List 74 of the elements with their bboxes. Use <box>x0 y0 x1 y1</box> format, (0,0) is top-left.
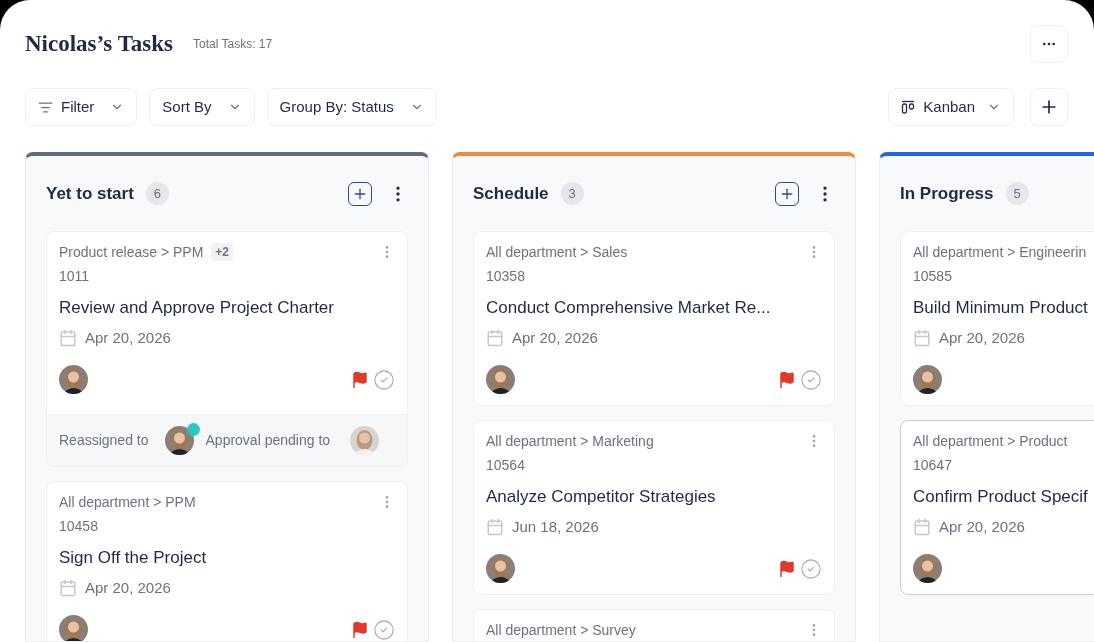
avatar <box>913 365 942 394</box>
breadcrumb: All department > Product <box>913 432 1068 450</box>
reassigned-label: Reassigned to <box>59 431 149 450</box>
task-title[interactable]: Review and Approve Project Charter <box>59 295 395 321</box>
page-title: Nicolas’s Tasks <box>25 30 174 59</box>
flag-icon[interactable] <box>778 559 796 578</box>
avatar <box>59 615 88 641</box>
breadcrumb: All department > Engineerin <box>913 243 1087 261</box>
toolbar-dropdown[interactable]: Group By: Status <box>266 88 437 126</box>
task-card[interactable]: All department > Engineerin 10585 Build Minimum Product Apr 20, 2026 <box>900 231 1094 406</box>
task-title[interactable]: Analyze Competitor Strategies <box>486 484 822 510</box>
task-card[interactable]: All department > Sales 10358 Conduct Comprehensive Market Re... Apr 20, 2026 <box>473 231 835 406</box>
task-card[interactable]: All department > Survey <box>473 609 835 641</box>
complete-icon[interactable] <box>800 368 822 391</box>
avatar <box>59 365 88 394</box>
calendar-icon <box>486 517 504 536</box>
avatar <box>486 554 515 583</box>
task-title[interactable]: Build Minimum Product <box>913 295 1094 321</box>
task-id: 10564 <box>486 456 526 475</box>
calendar-icon <box>486 328 504 347</box>
due-date: Apr 20, 2026 <box>939 327 1025 348</box>
task-title[interactable]: Confirm Product Specif <box>913 484 1094 510</box>
task-card[interactable]: All department > Marketing 10564 Analyze Competitor Strategies Jun 18, 2026 <box>473 420 835 595</box>
calendar-icon <box>913 328 931 347</box>
breadcrumb: Product release > PPM <box>59 243 204 261</box>
flag-icon[interactable] <box>351 620 369 639</box>
due-date: Jun 18, 2026 <box>512 516 599 537</box>
task-title[interactable]: Sign Off the Project <box>59 545 395 571</box>
avatar <box>164 426 194 455</box>
task-id: 10585 <box>913 267 953 286</box>
breadcrumb: All department > Sales <box>486 243 628 261</box>
breadcrumb: All department > PPM <box>59 493 196 511</box>
breadcrumb: All department > Survey <box>486 621 636 639</box>
count-badge: 5 <box>1005 182 1029 205</box>
flag-icon[interactable] <box>351 370 369 389</box>
count-badge: 3 <box>560 182 584 205</box>
flag-icon[interactable] <box>778 370 796 389</box>
complete-icon[interactable] <box>800 557 822 580</box>
more-tag: +2 <box>211 243 234 261</box>
due-date: Apr 20, 2026 <box>939 516 1025 537</box>
due-date: Apr 20, 2026 <box>85 577 171 598</box>
pending-label: Approval pending to <box>205 431 331 450</box>
toolbar-dropdown[interactable]: Filter <box>25 88 138 126</box>
task-card[interactable]: Product release > PPM +2 1011 Review and Approve Project Charter Apr 20, 2026 Reassigned to Approval pending to <box>46 231 408 467</box>
calendar-icon <box>913 517 931 536</box>
add-button[interactable] <box>1030 88 1068 126</box>
add-task-button[interactable] <box>348 181 372 206</box>
column-title: Schedule <box>473 182 549 205</box>
avatar <box>350 426 380 455</box>
task-card[interactable]: All department > PPM 10458 Sign Off the Project Apr 20, 2026 <box>46 481 408 641</box>
task-id: 10458 <box>59 517 99 536</box>
column-title: In Progress <box>900 182 994 205</box>
calendar-icon <box>59 578 77 597</box>
due-date: Apr 20, 2026 <box>85 327 171 348</box>
count-badge: 6 <box>145 182 169 205</box>
complete-icon[interactable] <box>373 368 395 391</box>
kanban-icon <box>901 100 916 114</box>
avatar <box>913 554 942 583</box>
avatar <box>486 365 515 394</box>
task-id: 1011 <box>59 267 91 286</box>
task-card[interactable]: All department > Product 10647 Confirm Product Specif Apr 20, 2026 <box>900 420 1094 595</box>
toolbar-dropdown[interactable]: Sort By <box>149 88 255 126</box>
filter-icon <box>38 99 53 115</box>
view-dropdown[interactable]: Kanban <box>888 88 1014 126</box>
total-tasks: Total Tasks: 17 <box>193 36 273 53</box>
column-title: Yet to start <box>46 182 134 205</box>
breadcrumb: All department > Marketing <box>486 432 654 450</box>
calendar-icon <box>59 328 77 347</box>
complete-icon[interactable] <box>373 618 395 641</box>
task-id: 10358 <box>486 267 526 286</box>
due-date: Apr 20, 2026 <box>512 327 598 348</box>
add-task-button[interactable] <box>775 181 799 206</box>
task-title[interactable]: Conduct Comprehensive Market Re... <box>486 295 822 321</box>
task-id: 10647 <box>913 456 953 475</box>
